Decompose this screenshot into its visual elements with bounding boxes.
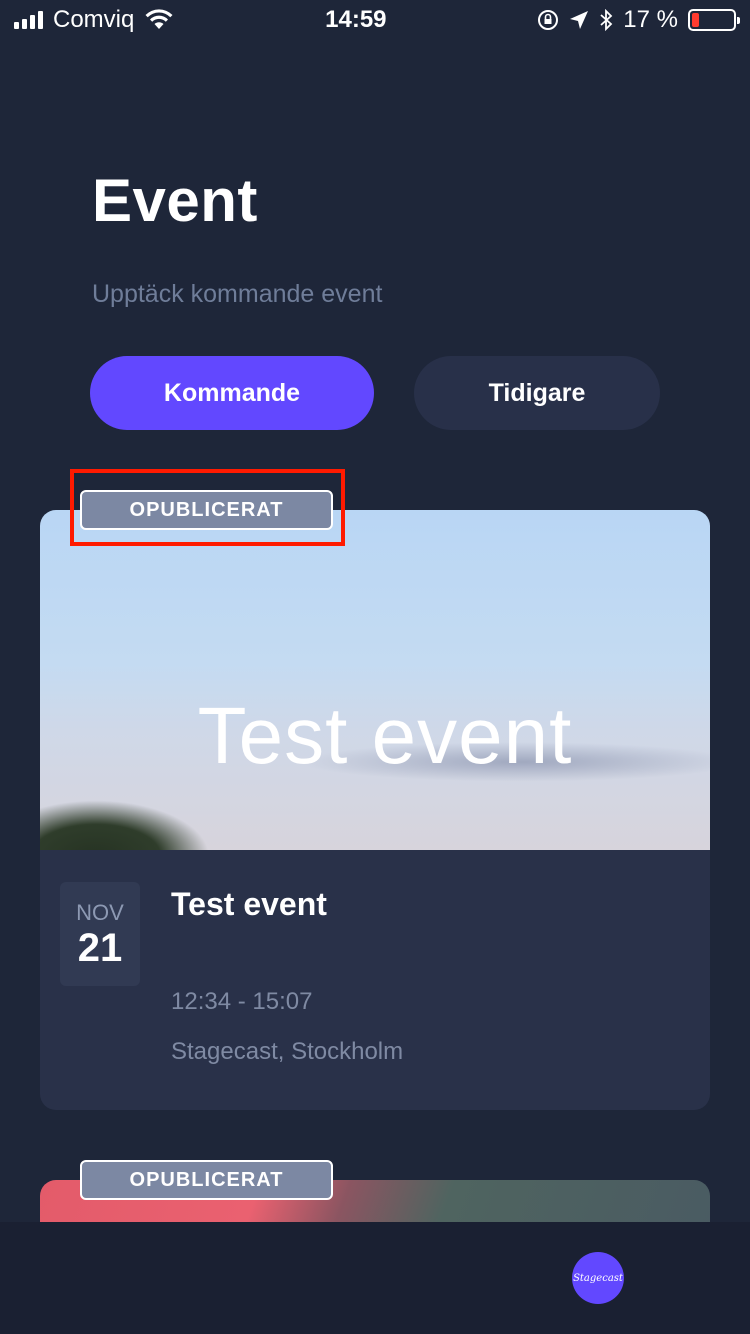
status-bar: Comviq 14:59 17 % — [0, 0, 750, 40]
signal-icon — [14, 11, 43, 29]
event-date-day: 21 — [77, 926, 123, 970]
location-icon — [570, 11, 589, 29]
bottom-bar: Stagecast — [0, 1222, 750, 1334]
trees-shape — [40, 800, 210, 850]
battery-percent: 17 % — [623, 6, 678, 33]
carrier-label: Comviq — [53, 6, 135, 33]
unpublished-badge: OPUBLICERAT — [80, 1160, 333, 1200]
rotation-lock-icon — [538, 10, 559, 30]
event-location: Stagecast, Stockholm — [171, 1038, 404, 1065]
tab-kommande[interactable]: Kommande — [90, 356, 374, 430]
event-date: NOV 21 — [60, 882, 140, 986]
clock: 14:59 — [325, 6, 387, 33]
status-bar-left: Comviq — [14, 6, 174, 34]
page-title: Event — [92, 167, 258, 234]
battery-level — [691, 13, 699, 27]
cover-image-title: Test event — [197, 691, 573, 780]
bluetooth-icon — [600, 9, 613, 31]
event-cover-image: Test event — [40, 510, 710, 850]
event-tabs: Kommande Tidigare — [90, 356, 660, 430]
stagecast-logo[interactable]: Stagecast — [572, 1252, 624, 1304]
tab-tidigare[interactable]: Tidigare — [414, 356, 660, 430]
logo-text: Stagecast — [573, 1272, 623, 1284]
unpublished-badge: OPUBLICERAT — [80, 490, 333, 530]
page-subtitle: Upptäck kommande event — [92, 280, 383, 308]
status-bar-right: 17 % — [537, 6, 740, 34]
event-title: Test event — [171, 886, 327, 922]
event-date-month: NOV — [76, 900, 124, 925]
event-card[interactable]: Test event NOV 21 Test event 12:34 - 15:… — [40, 510, 710, 1110]
battery-icon — [687, 9, 740, 31]
event-time: 12:34 - 15:07 — [171, 988, 313, 1015]
wifi-icon — [145, 9, 173, 29]
